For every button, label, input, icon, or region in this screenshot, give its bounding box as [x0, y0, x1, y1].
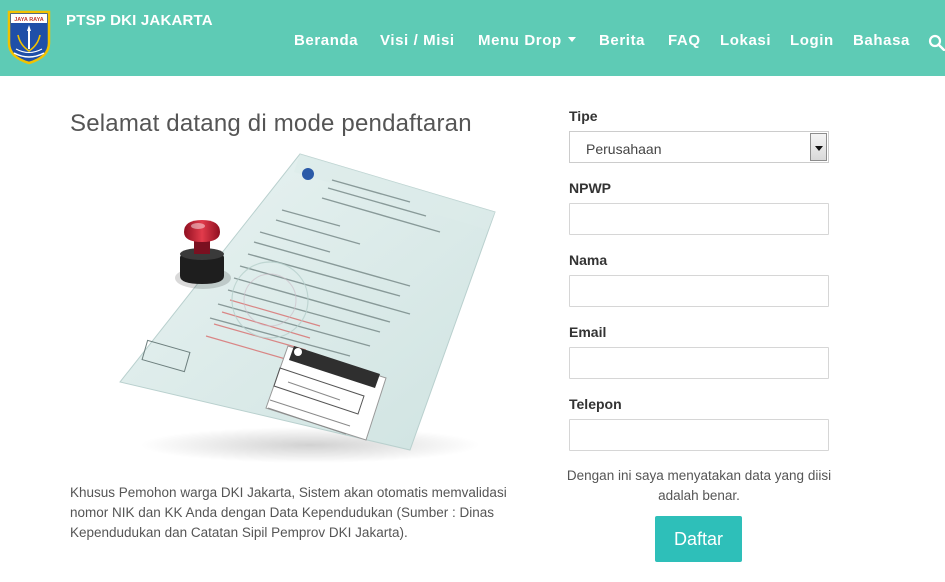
nav-bahasa[interactable]: Bahasa: [853, 32, 910, 49]
nav-lokasi[interactable]: Lokasi: [720, 32, 771, 49]
npwp-input[interactable]: [569, 203, 829, 235]
nama-input[interactable]: [569, 275, 829, 307]
nav-visi-misi[interactable]: Visi / Misi: [380, 32, 455, 49]
telepon-label: Telepon: [569, 396, 622, 412]
daftar-button[interactable]: Daftar: [655, 516, 742, 562]
nav-menu-drop-label: Menu Drop: [478, 32, 562, 49]
tipe-select-value: Perusahaan: [586, 141, 662, 157]
email-label: Email: [569, 324, 607, 340]
nama-label: Nama: [569, 252, 608, 268]
navbar: JAYA RAYA PTSP DKI JAKARTA Beranda Visi …: [0, 0, 945, 76]
dropdown-arrow-icon[interactable]: [810, 133, 827, 161]
tipe-select[interactable]: Perusahaan: [569, 131, 829, 163]
email-input[interactable]: [569, 347, 829, 379]
main-nav: Beranda Visi / Misi Menu Drop Berita FAQ…: [0, 32, 945, 52]
svg-text:JAYA RAYA: JAYA RAYA: [14, 17, 44, 23]
consent-text: Dengan ini saya menyatakan data yang dii…: [566, 468, 832, 503]
nav-beranda[interactable]: Beranda: [294, 32, 358, 49]
nav-faq[interactable]: FAQ: [668, 32, 701, 49]
npwp-label: NPWP: [569, 180, 611, 196]
nav-berita[interactable]: Berita: [599, 32, 645, 49]
caret-down-icon: [567, 37, 576, 42]
brand-title[interactable]: PTSP DKI JAKARTA: [66, 12, 213, 29]
validation-info-text: Khusus Pemohon warga DKI Jakarta, Sistem…: [70, 485, 507, 540]
tipe-label: Tipe: [569, 108, 598, 124]
nav-menu-drop[interactable]: Menu Drop: [478, 32, 576, 49]
page-title: Selamat datang di mode pendaftaran: [70, 110, 472, 137]
registration-document-illustration: [119, 153, 496, 463]
telepon-input[interactable]: [569, 419, 829, 451]
search-icon[interactable]: [928, 34, 945, 51]
nav-login[interactable]: Login: [790, 32, 834, 49]
